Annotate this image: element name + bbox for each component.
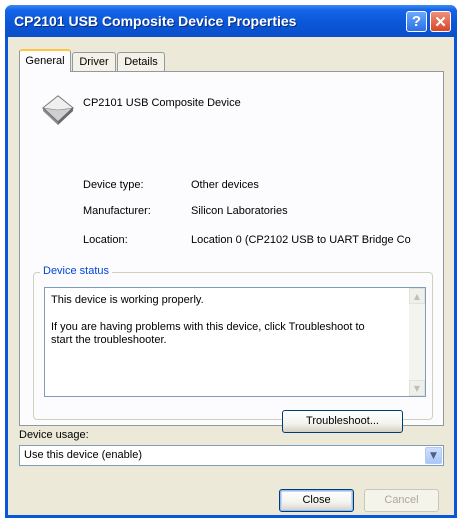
close-icon: ✕ [434, 13, 447, 31]
device-type-label: Device type: [83, 179, 144, 191]
manufacturer-label: Manufacturer: [83, 205, 151, 217]
device-usage-select[interactable]: Use this device (enable) ▼ [19, 445, 444, 466]
device-usage-label: Device usage: [19, 429, 89, 441]
status-line-2: If you are having problems with this dev… [51, 321, 365, 333]
status-scrollbar[interactable]: ▲ ▼ [409, 288, 425, 396]
device-usage-value: Use this device (enable) [24, 449, 143, 461]
troubleshoot-button[interactable]: Troubleshoot... [282, 410, 403, 433]
title-bar[interactable]: CP2101 USB Composite Device Properties ?… [5, 5, 457, 37]
device-name: CP2101 USB Composite Device [83, 97, 241, 109]
dropdown-arrow-icon[interactable]: ▼ [425, 447, 442, 464]
cancel-button-label: Cancel [384, 494, 419, 506]
scroll-up-icon[interactable]: ▲ [409, 288, 425, 304]
status-line-3: start the troubleshooter. [51, 334, 167, 346]
location-value: Location 0 (CP2102 USB to UART Bridge Co [191, 234, 411, 246]
general-tab-panel: CP2101 USB Composite Device Device type:… [19, 71, 444, 433]
troubleshoot-label: Troubleshoot... [306, 415, 379, 427]
tab-details[interactable]: Details [117, 52, 165, 71]
tab-general[interactable]: General [19, 49, 71, 72]
device-status-legend: Device status [40, 265, 113, 277]
window-title: CP2101 USB Composite Device Properties [14, 13, 297, 29]
device-status-textbox[interactable]: This device is working properly. If you … [44, 287, 426, 397]
cancel-button[interactable]: Cancel [364, 489, 439, 512]
close-button-label: Close [302, 494, 331, 506]
close-button[interactable]: Close [279, 489, 354, 512]
title-close-button[interactable]: ✕ [430, 11, 451, 32]
help-button[interactable]: ? [406, 11, 427, 32]
help-icon: ? [411, 13, 422, 30]
status-line-1: This device is working properly. [51, 294, 204, 306]
manufacturer-value: Silicon Laboratories [191, 205, 288, 217]
location-label: Location: [83, 234, 128, 246]
tab-driver[interactable]: Driver [72, 52, 116, 71]
scroll-down-icon[interactable]: ▼ [409, 380, 425, 396]
device-type-value: Other devices [191, 179, 259, 191]
dialog-client-area: General Driver Details CP2101 USB Compos… [8, 37, 454, 515]
properties-window: CP2101 USB Composite Device Properties ?… [5, 5, 457, 518]
usb-device-icon [42, 95, 74, 125]
